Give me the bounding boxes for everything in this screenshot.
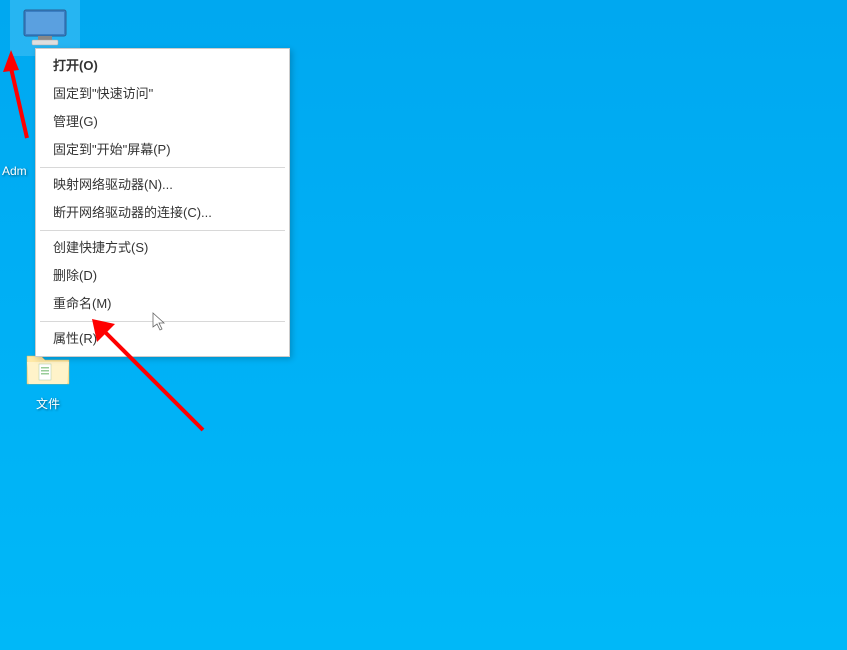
menu-item-disconnect-network-drive[interactable]: 断开网络驱动器的连接(C)... (38, 199, 287, 227)
desktop-icon-label: 文件 (18, 395, 78, 412)
menu-item-map-network-drive[interactable]: 映射网络驱动器(N)... (38, 171, 287, 199)
menu-item-pin-quick-access[interactable]: 固定到"快速访问" (38, 80, 287, 108)
menu-item-manage[interactable]: 管理(G) (38, 108, 287, 136)
context-menu: 打开(O) 固定到"快速访问" 管理(G) 固定到"开始"屏幕(P) 映射网络驱… (35, 48, 290, 357)
menu-item-pin-start[interactable]: 固定到"开始"屏幕(P) (38, 136, 287, 164)
menu-item-delete[interactable]: 删除(D) (38, 262, 287, 290)
menu-item-create-shortcut[interactable]: 创建快捷方式(S) (38, 234, 287, 262)
menu-item-properties[interactable]: 属性(R) (38, 325, 287, 353)
menu-separator (40, 321, 285, 322)
menu-item-open[interactable]: 打开(O) (38, 52, 287, 80)
menu-separator (40, 230, 285, 231)
menu-item-rename[interactable]: 重命名(M) (38, 290, 287, 318)
computer-icon (21, 4, 69, 52)
annotation-arrow-icon (0, 48, 40, 153)
menu-separator (40, 167, 285, 168)
